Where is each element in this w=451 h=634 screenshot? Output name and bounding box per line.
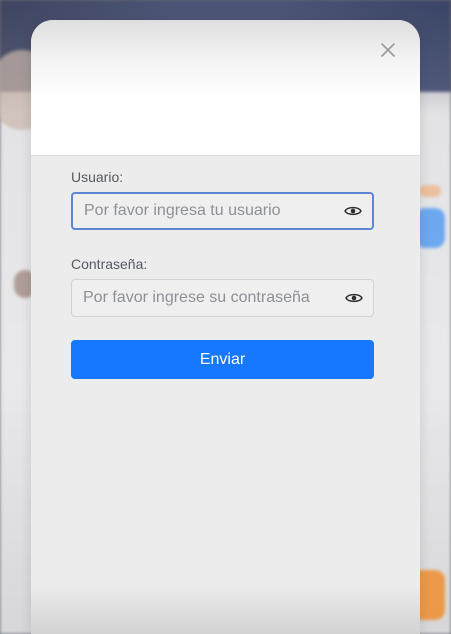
password-input[interactable] [72,280,338,316]
login-modal: Usuario: Contraseña: Enviar [31,20,420,634]
password-label: Contraseña: [71,256,148,272]
background-badge [419,185,441,197]
username-visibility-toggle[interactable] [337,194,369,228]
password-visibility-toggle[interactable] [338,280,370,316]
eye-icon [344,206,362,216]
bottom-shade [31,584,420,634]
close-icon [381,43,395,57]
password-field-wrapper [71,279,374,317]
eye-icon [345,293,363,303]
modal-header [31,20,420,156]
username-label: Usuario: [71,169,124,185]
username-field-wrapper [71,192,374,230]
close-button[interactable] [378,40,398,60]
submit-button[interactable]: Enviar [71,340,374,379]
username-input[interactable] [73,194,337,228]
